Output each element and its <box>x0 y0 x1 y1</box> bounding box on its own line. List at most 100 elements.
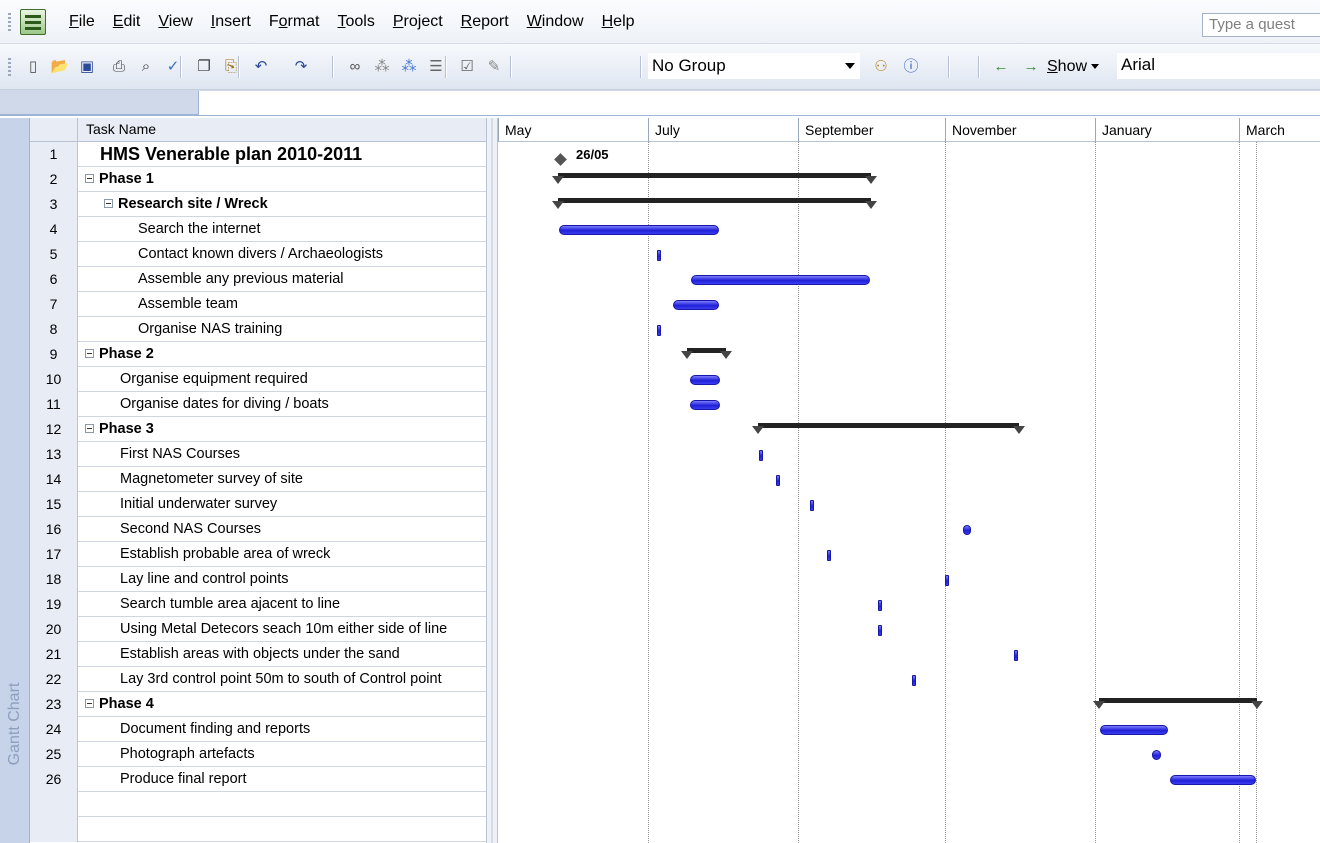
row-id-cell[interactable]: 8 <box>30 317 78 342</box>
hyperlink-icon[interactable]: ∞ <box>344 55 366 77</box>
row-id-cell[interactable]: 25 <box>30 742 78 767</box>
menu-help[interactable]: Help <box>593 7 644 37</box>
collapse-toggle-icon[interactable] <box>85 349 94 358</box>
row-id-cell[interactable]: 24 <box>30 717 78 742</box>
task-name-cell[interactable]: Contact known divers / Archaeologists <box>138 242 383 266</box>
row-id-cell[interactable]: 1 <box>30 142 78 167</box>
task-row[interactable]: 24 Document finding and reports <box>30 717 486 742</box>
row-id-cell[interactable]: 11 <box>30 392 78 417</box>
menu-view[interactable]: View <box>149 7 201 37</box>
task-info-icon[interactable]: ☑ <box>456 55 478 77</box>
task-row[interactable]: 13 First NAS Courses <box>30 442 486 467</box>
menu-insert[interactable]: Insert <box>202 7 260 37</box>
task-row[interactable]: 10 Organise equipment required <box>30 367 486 392</box>
task-row[interactable]: 5 Contact known divers / Archaeologists <box>30 242 486 267</box>
row-id-cell[interactable]: 7 <box>30 292 78 317</box>
task-name-cell[interactable]: Organise equipment required <box>120 367 308 391</box>
help-search-input[interactable]: Type a quest <box>1202 13 1320 37</box>
menu-format[interactable]: Format <box>260 7 329 37</box>
toolbar-grip[interactable] <box>8 58 11 78</box>
row-id-cell[interactable] <box>30 792 78 817</box>
summary-bar[interactable] <box>558 198 871 203</box>
task-row[interactable]: 25 Photograph artefacts <box>30 742 486 767</box>
task-row[interactable]: 16 Second NAS Courses <box>30 517 486 542</box>
summary-bar[interactable] <box>1099 698 1257 703</box>
font-dropdown[interactable]: Arial <box>1117 53 1320 79</box>
task-bar[interactable] <box>963 525 971 535</box>
copy-icon[interactable]: ❐ <box>193 55 215 77</box>
row-id-cell[interactable]: 23 <box>30 692 78 717</box>
task-bar[interactable] <box>810 500 814 511</box>
task-row[interactable]: 8 Organise NAS training <box>30 317 486 342</box>
empty-row[interactable] <box>30 817 486 842</box>
task-name-cell[interactable]: Photograph artefacts <box>120 742 255 766</box>
task-row[interactable]: 7 Assemble team <box>30 292 486 317</box>
task-name-cell[interactable]: Establish areas with objects under the s… <box>120 642 400 666</box>
print-icon[interactable]: ⎙ <box>108 55 130 77</box>
row-id-cell[interactable]: 16 <box>30 517 78 542</box>
task-name-cell[interactable]: Search tumble area ajacent to line <box>120 592 340 616</box>
milestone-marker[interactable] <box>554 153 567 166</box>
task-name-cell[interactable]: Magnetometer survey of site <box>120 467 303 491</box>
task-name-cell[interactable]: Search the internet <box>138 217 261 241</box>
row-id-cell[interactable]: 3 <box>30 192 78 217</box>
split-task-icon[interactable]: ☰ <box>425 55 447 77</box>
task-bar[interactable] <box>759 450 763 461</box>
split-bar[interactable] <box>486 118 498 843</box>
task-row[interactable]: 22 Lay 3rd control point 50m to south of … <box>30 667 486 692</box>
task-bar[interactable] <box>912 675 916 686</box>
task-row[interactable]: 3 Research site / Wreck <box>30 192 486 217</box>
row-id-cell[interactable]: 19 <box>30 592 78 617</box>
row-id-cell[interactable]: 18 <box>30 567 78 592</box>
task-row[interactable]: 2 Phase 1 <box>30 167 486 192</box>
undo-icon[interactable]: ↶ <box>250 55 272 77</box>
view-bar[interactable]: Gantt Chart <box>0 118 30 843</box>
link-tasks-icon[interactable]: ⁂ <box>371 55 393 77</box>
redo-icon[interactable]: ↷ <box>290 55 312 77</box>
task-bar[interactable] <box>690 375 720 385</box>
print-preview-icon[interactable]: ⌕ <box>135 55 157 77</box>
assign-resources-icon[interactable]: ⚇ <box>870 55 892 77</box>
collapse-toggle-icon[interactable] <box>104 199 113 208</box>
task-name-cell[interactable]: Phase 3 <box>99 417 154 441</box>
task-bar[interactable] <box>1014 650 1018 661</box>
collapse-toggle-icon[interactable] <box>85 699 94 708</box>
task-row[interactable]: 15 Initial underwater survey <box>30 492 486 517</box>
task-name-cell[interactable]: Assemble team <box>138 292 238 316</box>
task-name-cell[interactable]: HMS Venerable plan 2010-2011 <box>100 142 362 166</box>
row-id-cell[interactable]: 20 <box>30 617 78 642</box>
task-name-cell[interactable]: Assemble any previous material <box>138 267 344 291</box>
select-all-corner[interactable] <box>30 118 78 142</box>
menu-project[interactable]: Project <box>384 7 452 37</box>
task-bar[interactable] <box>657 250 661 261</box>
group-by-dropdown[interactable]: No Group <box>648 53 860 79</box>
outdent-icon[interactable]: ← <box>990 55 1012 77</box>
row-id-cell[interactable] <box>30 817 78 842</box>
row-id-cell[interactable]: 26 <box>30 767 78 792</box>
menu-tools[interactable]: Tools <box>329 7 384 37</box>
task-name-cell[interactable]: Document finding and reports <box>120 717 310 741</box>
menu-bar-grip[interactable] <box>8 13 11 33</box>
task-row[interactable]: 9 Phase 2 <box>30 342 486 367</box>
task-row[interactable]: 23 Phase 4 <box>30 692 486 717</box>
row-id-cell[interactable]: 5 <box>30 242 78 267</box>
task-name-cell[interactable]: Phase 4 <box>99 692 154 716</box>
task-bar[interactable] <box>690 400 720 410</box>
row-id-cell[interactable]: 6 <box>30 267 78 292</box>
task-row[interactable]: 11 Organise dates for diving / boats <box>30 392 486 417</box>
task-row[interactable]: 26 Produce final report <box>30 767 486 792</box>
task-row[interactable]: 20 Using Metal Detecors seach 10m either … <box>30 617 486 642</box>
entry-field[interactable] <box>198 91 1320 115</box>
task-bar[interactable] <box>878 600 882 611</box>
task-name-cell[interactable]: Organise NAS training <box>138 317 282 341</box>
task-bar[interactable] <box>1100 725 1168 735</box>
task-bar[interactable] <box>776 475 780 486</box>
task-bar[interactable] <box>691 275 870 285</box>
new-icon[interactable]: ▯ <box>22 55 44 77</box>
task-name-cell[interactable]: Second NAS Courses <box>120 517 261 541</box>
task-name-cell[interactable]: Produce final report <box>120 767 247 791</box>
task-bar[interactable] <box>657 325 661 336</box>
task-row[interactable]: 19 Search tumble area ajacent to line <box>30 592 486 617</box>
task-name-column-header[interactable]: Task Name <box>86 121 156 137</box>
chevron-down-icon[interactable] <box>845 63 855 69</box>
